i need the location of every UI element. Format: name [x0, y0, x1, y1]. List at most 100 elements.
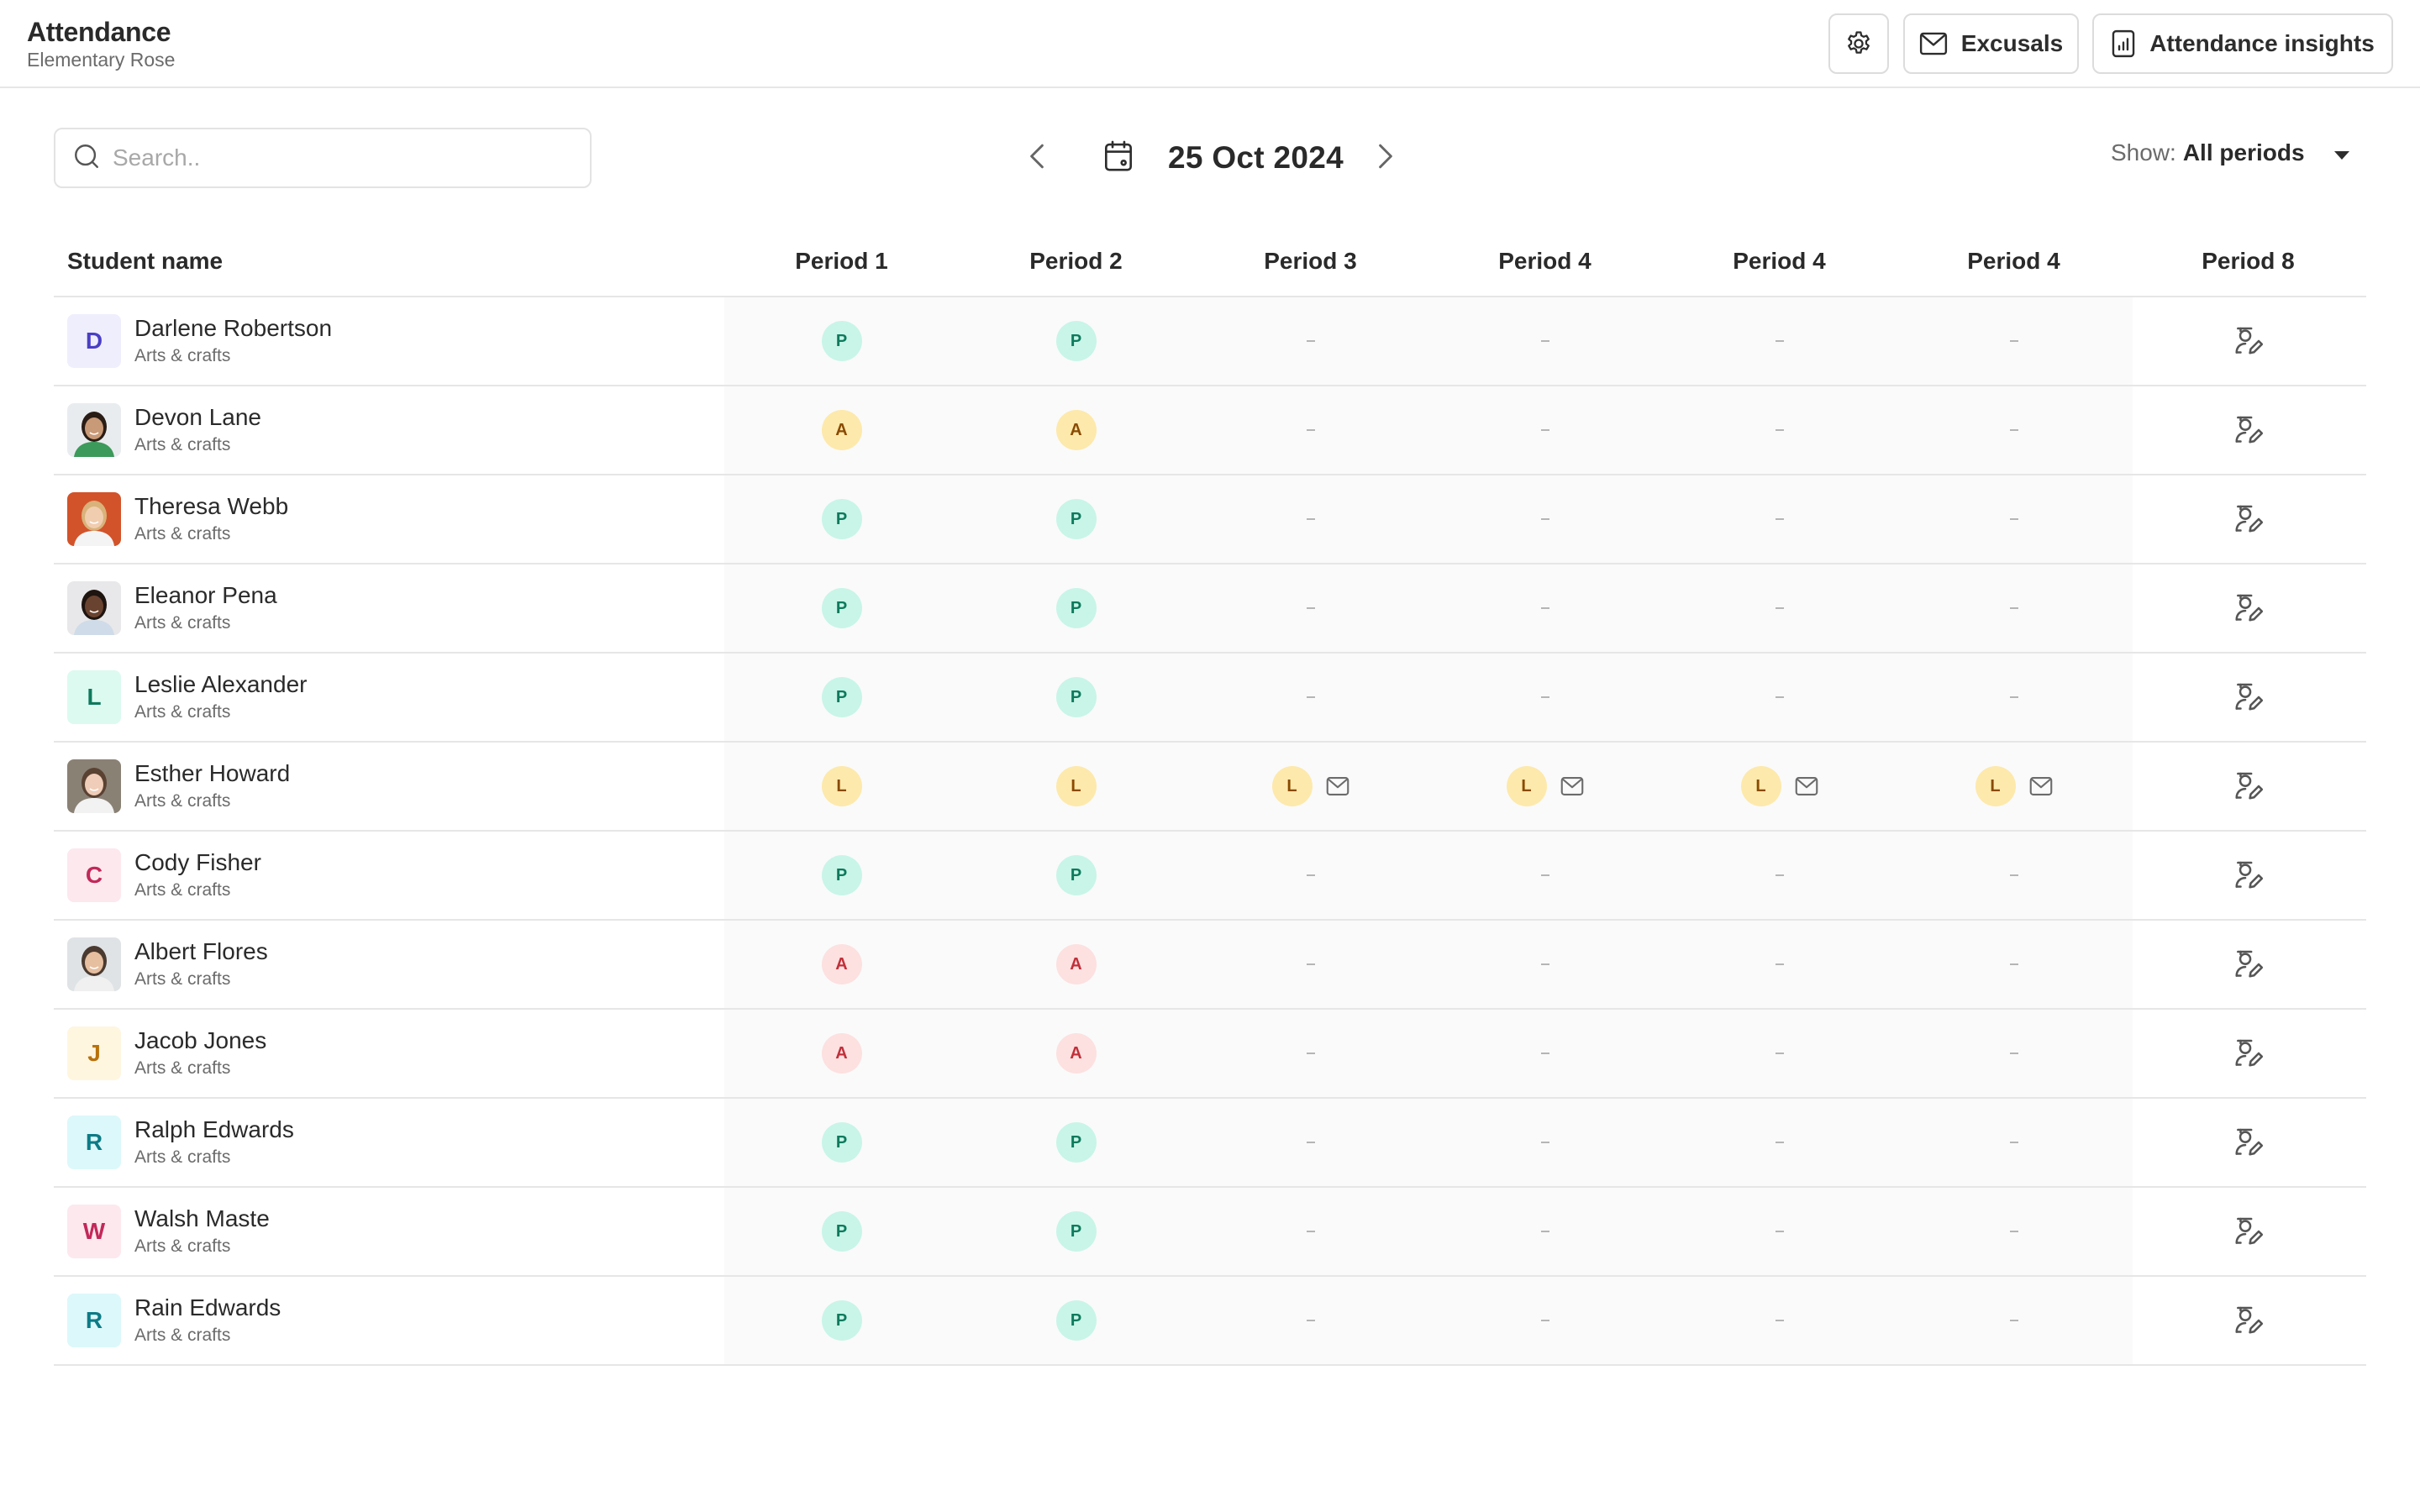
- status-badge-absent[interactable]: A: [821, 410, 862, 450]
- student-name[interactable]: Cody Fisher: [134, 848, 261, 877]
- status-badge-late[interactable]: L: [1740, 766, 1781, 806]
- status-badge-absent[interactable]: A: [1055, 1033, 1097, 1074]
- column-header-period[interactable]: Period 2: [959, 248, 1193, 275]
- column-header-period[interactable]: Period 4: [1428, 248, 1662, 275]
- student-edit-icon[interactable]: [2233, 1126, 2265, 1158]
- table-row[interactable]: Theresa Webb Arts & crafts P P: [54, 475, 2366, 564]
- student-edit-icon[interactable]: [2233, 503, 2265, 535]
- table-row[interactable]: Devon Lane Arts & crafts A A: [54, 386, 2366, 475]
- student-edit-icon[interactable]: [2233, 592, 2265, 624]
- student-name[interactable]: Theresa Webb: [134, 492, 288, 521]
- status-badge-present[interactable]: P: [1055, 1300, 1097, 1341]
- mail-icon[interactable]: [2029, 776, 2053, 796]
- table-row[interactable]: J Jacob Jones Arts & crafts A A: [54, 1010, 2366, 1099]
- attendance-insights-button[interactable]: Attendance insights: [2092, 13, 2393, 74]
- student-name[interactable]: Rain Edwards: [134, 1294, 281, 1322]
- status-badge-late[interactable]: L: [1055, 766, 1097, 806]
- student-edit-icon[interactable]: [2233, 948, 2265, 980]
- status-badge-present[interactable]: P: [821, 855, 862, 895]
- settings-button[interactable]: [1828, 13, 1889, 74]
- student-name[interactable]: Darlene Robertson: [134, 314, 332, 343]
- search-input[interactable]: [113, 144, 566, 171]
- status-badge-present[interactable]: P: [1055, 677, 1097, 717]
- table-row[interactable]: L Leslie Alexander Arts & crafts P P: [54, 654, 2366, 743]
- column-header-period[interactable]: Period 1: [724, 248, 959, 275]
- table-row[interactable]: D Darlene Robertson Arts & crafts P P: [54, 297, 2366, 386]
- student-edit-icon[interactable]: [2233, 1305, 2265, 1336]
- table-row[interactable]: Albert Flores Arts & crafts A A: [54, 921, 2366, 1010]
- student-cell[interactable]: L Leslie Alexander Arts & crafts: [54, 670, 724, 724]
- period-cell: L: [1897, 766, 2131, 806]
- table-row[interactable]: C Cody Fisher Arts & crafts P P: [54, 832, 2366, 921]
- column-header-period[interactable]: Period 8: [2131, 248, 2365, 275]
- student-edit-icon[interactable]: [2233, 859, 2265, 891]
- status-badge-present[interactable]: P: [1055, 588, 1097, 628]
- student-cell[interactable]: Theresa Webb Arts & crafts: [54, 492, 724, 546]
- excusals-button[interactable]: Excusals: [1903, 13, 2079, 74]
- status-badge-present[interactable]: P: [1055, 1211, 1097, 1252]
- student-name[interactable]: Ralph Edwards: [134, 1116, 294, 1144]
- status-badge-absent[interactable]: A: [821, 944, 862, 984]
- student-edit-icon[interactable]: [2233, 325, 2265, 357]
- student-name[interactable]: Devon Lane: [134, 403, 261, 432]
- no-record-dash: [2009, 429, 2018, 431]
- status-badge-present[interactable]: P: [821, 1211, 862, 1252]
- table-row[interactable]: Eleanor Pena Arts & crafts P P: [54, 564, 2366, 654]
- status-badge-present[interactable]: P: [1055, 1122, 1097, 1163]
- student-edit-icon[interactable]: [2233, 1037, 2265, 1069]
- student-cell[interactable]: Eleanor Pena Arts & crafts: [54, 581, 724, 635]
- student-name[interactable]: Albert Flores: [134, 937, 268, 966]
- previous-day-button[interactable]: [1017, 138, 1057, 178]
- status-badge-present[interactable]: P: [1055, 321, 1097, 361]
- status-badge-present[interactable]: P: [821, 588, 862, 628]
- table-row[interactable]: R Ralph Edwards Arts & crafts P P: [54, 1099, 2366, 1188]
- table-row[interactable]: Esther Howard Arts & crafts L L L L L L: [54, 743, 2366, 832]
- status-badge-present[interactable]: P: [821, 1300, 862, 1341]
- student-edit-icon[interactable]: [2233, 414, 2265, 446]
- column-header-student-name[interactable]: Student name: [54, 248, 724, 275]
- student-cell[interactable]: Devon Lane Arts & crafts: [54, 403, 724, 457]
- status-badge-absent[interactable]: A: [821, 1033, 862, 1074]
- student-cell[interactable]: D Darlene Robertson Arts & crafts: [54, 314, 724, 368]
- status-badge-late[interactable]: L: [1506, 766, 1547, 806]
- mail-icon[interactable]: [1560, 776, 1584, 796]
- student-cell[interactable]: Esther Howard Arts & crafts: [54, 759, 724, 813]
- mail-icon[interactable]: [1795, 776, 1818, 796]
- student-cell[interactable]: J Jacob Jones Arts & crafts: [54, 1026, 724, 1080]
- student-name[interactable]: Leslie Alexander: [134, 670, 307, 699]
- table-row[interactable]: W Walsh Maste Arts & crafts P P: [54, 1188, 2366, 1277]
- status-badge-absent[interactable]: A: [1055, 410, 1097, 450]
- next-day-button[interactable]: [1365, 138, 1406, 178]
- student-name[interactable]: Jacob Jones: [134, 1026, 266, 1055]
- calendar-button[interactable]: [1104, 140, 1133, 176]
- column-header-period[interactable]: Period 4: [1662, 248, 1897, 275]
- current-date[interactable]: 25 Oct 2024: [1168, 140, 1344, 176]
- table-row[interactable]: R Rain Edwards Arts & crafts P P: [54, 1277, 2366, 1366]
- status-badge-present[interactable]: P: [821, 677, 862, 717]
- status-badge-absent[interactable]: A: [1055, 944, 1097, 984]
- student-edit-icon[interactable]: [2233, 1215, 2265, 1247]
- status-badge-present[interactable]: P: [821, 1122, 862, 1163]
- status-badge-late[interactable]: L: [821, 766, 862, 806]
- student-cell[interactable]: R Ralph Edwards Arts & crafts: [54, 1116, 724, 1169]
- student-name[interactable]: Walsh Maste: [134, 1205, 270, 1233]
- status-badge-present[interactable]: P: [821, 321, 862, 361]
- student-cell[interactable]: Albert Flores Arts & crafts: [54, 937, 724, 991]
- student-cell[interactable]: R Rain Edwards Arts & crafts: [54, 1294, 724, 1347]
- status-badge-present[interactable]: P: [1055, 855, 1097, 895]
- student-name[interactable]: Eleanor Pena: [134, 581, 277, 610]
- mail-icon[interactable]: [1326, 776, 1349, 796]
- period-filter-dropdown[interactable]: Show: All periods: [2111, 139, 2350, 166]
- search-box[interactable]: [54, 128, 592, 188]
- status-badge-late[interactable]: L: [1271, 766, 1313, 806]
- column-header-period[interactable]: Period 4: [1897, 248, 2131, 275]
- column-header-period[interactable]: Period 3: [1193, 248, 1428, 275]
- student-edit-icon[interactable]: [2233, 770, 2265, 802]
- status-badge-present[interactable]: P: [1055, 499, 1097, 539]
- status-badge-present[interactable]: P: [821, 499, 862, 539]
- status-badge-late[interactable]: L: [1975, 766, 2016, 806]
- student-cell[interactable]: W Walsh Maste Arts & crafts: [54, 1205, 724, 1258]
- student-name[interactable]: Esther Howard: [134, 759, 290, 788]
- student-cell[interactable]: C Cody Fisher Arts & crafts: [54, 848, 724, 902]
- student-edit-icon[interactable]: [2233, 681, 2265, 713]
